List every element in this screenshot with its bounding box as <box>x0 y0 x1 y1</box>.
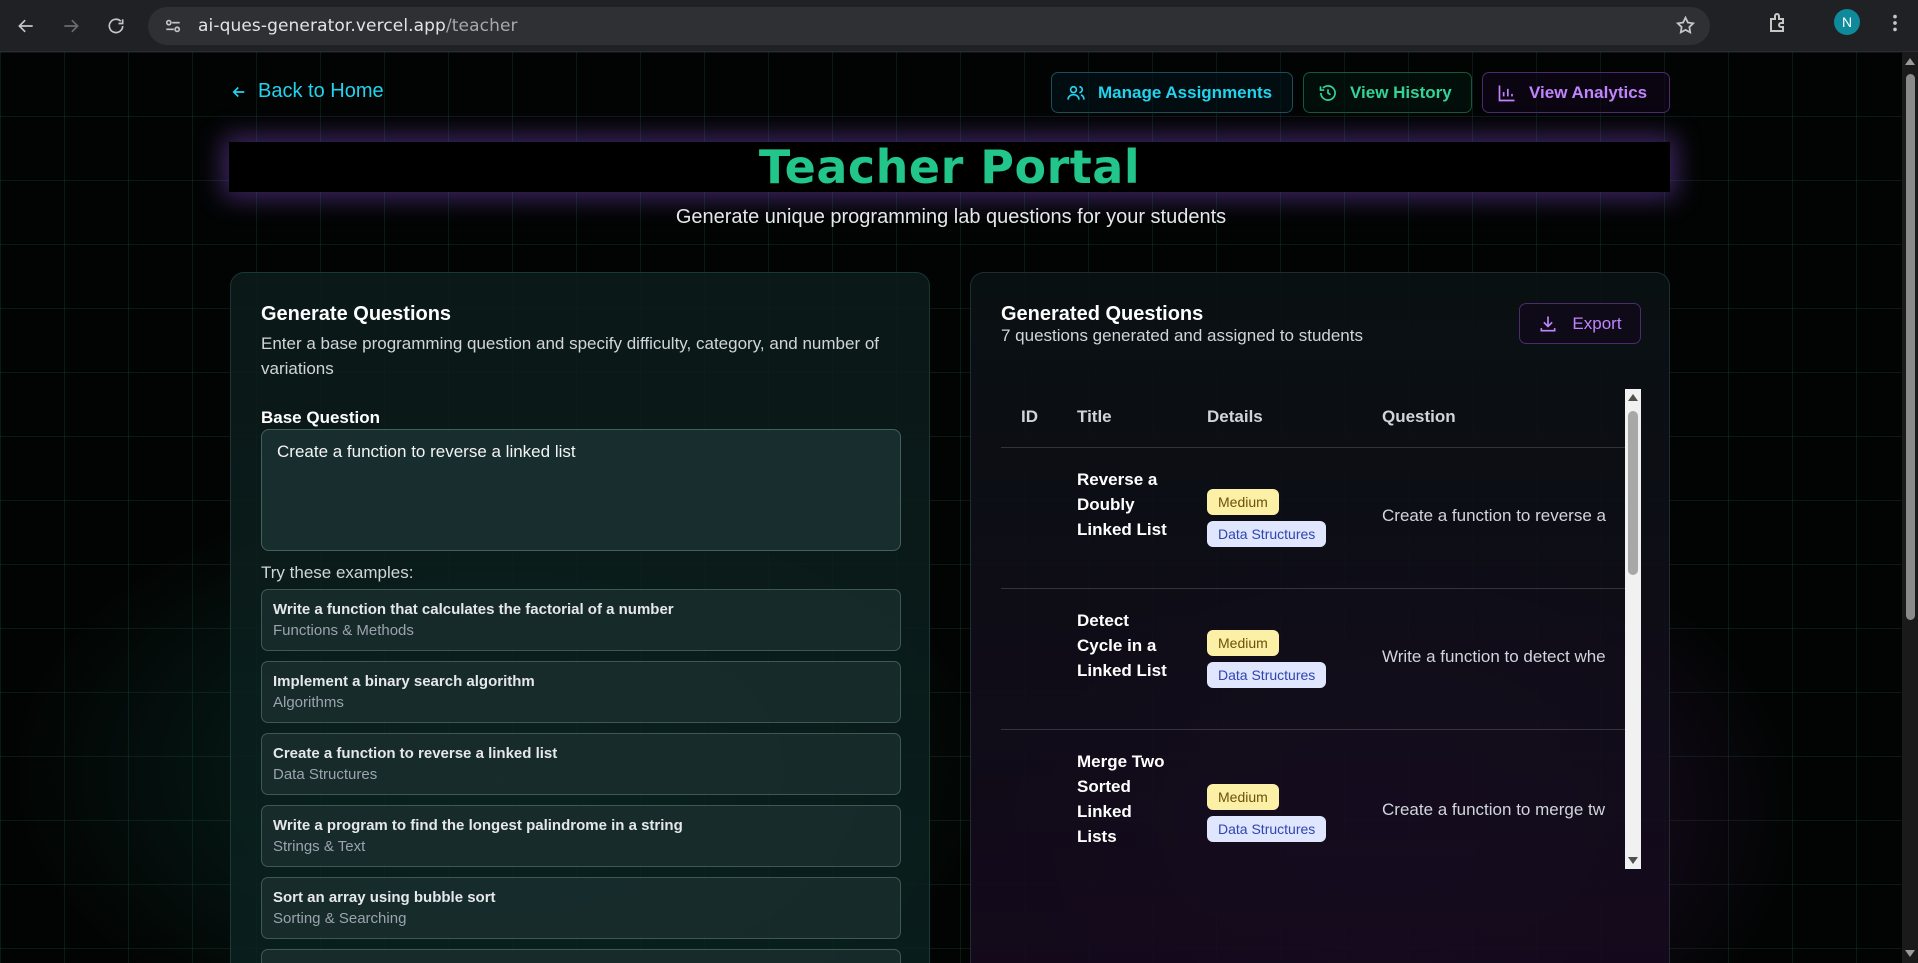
view-history-button[interactable]: View History <box>1303 72 1472 113</box>
category-badge: Data Structures <box>1207 816 1327 842</box>
column-header-question: Question <box>1382 407 1456 426</box>
browser-toolbar: ai-ques-generator.vercel.app/teacher N <box>0 0 1918 52</box>
bookmark-star-icon[interactable] <box>1675 15 1696 41</box>
page-scroll-down-icon[interactable] <box>1905 950 1915 957</box>
difficulty-badge: Medium <box>1207 630 1279 656</box>
scroll-up-arrow-icon[interactable] <box>1628 394 1638 401</box>
history-icon <box>1319 84 1336 101</box>
table-row[interactable]: Detect Cycle in a Linked List Medium Dat… <box>1001 589 1625 730</box>
column-header-title: Title <box>1077 407 1112 426</box>
table-scrollbar-thumb[interactable] <box>1628 411 1638 575</box>
title-banner: Teacher Portal <box>229 140 1670 194</box>
profile-avatar[interactable]: N <box>1834 9 1860 35</box>
example-title: Write a program to find the longest pali… <box>273 817 683 834</box>
site-settings-icon[interactable] <box>162 15 184 37</box>
generated-questions-card: Generated Questions 7 questions generate… <box>970 272 1670 963</box>
example-item[interactable]: Write a function that calculates the fac… <box>261 589 901 651</box>
difficulty-badge: Medium <box>1207 784 1279 810</box>
example-category: Strings & Text <box>273 838 366 855</box>
scroll-down-arrow-icon[interactable] <box>1628 857 1638 864</box>
arrow-left-icon <box>232 86 245 97</box>
example-item[interactable]: Implement a binary search algorithm Algo… <box>261 661 901 723</box>
generated-questions-title: Generated Questions <box>1001 303 1204 325</box>
row-question: Create a function to merge tw <box>1382 800 1606 819</box>
base-question-label: Base Question <box>261 408 381 427</box>
table-row[interactable]: Reverse a Doubly Linked List Medium Data… <box>1001 448 1625 589</box>
page-scrollbar-thumb[interactable] <box>1906 74 1915 620</box>
row-title: Reverse a Doubly Linked List <box>1077 470 1167 539</box>
page-scrollbar[interactable] <box>1902 52 1918 963</box>
page-content: Back to Home Manage Assignments View His… <box>0 52 1902 963</box>
download-icon <box>1540 316 1556 331</box>
back-to-home-link[interactable]: Back to Home <box>230 80 384 103</box>
row-question: Create a function to reverse a <box>1382 506 1606 525</box>
base-question-input[interactable] <box>261 429 901 551</box>
bar-chart-icon <box>1498 85 1515 101</box>
example-item[interactable] <box>261 949 901 963</box>
generated-questions-summary: 7 questions generated and assigned to st… <box>1001 326 1363 345</box>
generate-questions-title: Generate Questions <box>261 303 452 325</box>
view-history-label: View History <box>1350 82 1452 102</box>
example-category: Functions & Methods <box>273 622 414 639</box>
generate-questions-description: Enter a base programming question and sp… <box>261 334 880 378</box>
table-scrollbar[interactable] <box>1625 389 1641 869</box>
examples-label: Try these examples: <box>261 563 414 582</box>
row-title: Detect Cycle in a Linked List <box>1077 611 1167 680</box>
back-arrow-icon[interactable] <box>12 12 40 40</box>
table-row[interactable]: Merge Two Sorted Linked Lists Medium Dat… <box>1001 730 1625 869</box>
page-subtitle: Generate unique programming lab question… <box>675 206 1227 228</box>
example-item[interactable]: Write a program to find the longest pali… <box>261 805 901 867</box>
questions-table: ID Title Details Question Reverse a Doub… <box>1001 389 1641 869</box>
example-title: Implement a binary search algorithm <box>273 673 535 690</box>
page-title: Teacher Portal <box>758 140 1141 194</box>
view-analytics-label: View Analytics <box>1529 82 1648 102</box>
example-item[interactable]: Sort an array using bubble sort Sorting … <box>261 877 901 939</box>
url-text: ai-ques-generator.vercel.app/teacher <box>198 16 518 36</box>
back-to-home-label: Back to Home <box>258 80 384 102</box>
example-category: Algorithms <box>273 694 344 711</box>
forward-arrow-icon[interactable] <box>57 12 85 40</box>
export-button[interactable]: Export <box>1519 303 1641 344</box>
users-icon <box>1067 85 1085 100</box>
difficulty-badge: Medium <box>1207 489 1279 515</box>
row-question: Write a function to detect whe <box>1382 647 1606 666</box>
reload-icon[interactable] <box>102 12 130 40</box>
row-title: Merge Two Sorted Linked Lists <box>1077 752 1165 846</box>
column-header-id: ID <box>1021 407 1038 426</box>
view-analytics-button[interactable]: View Analytics <box>1482 72 1670 113</box>
manage-assignments-button[interactable]: Manage Assignments <box>1051 72 1293 113</box>
column-header-details: Details <box>1207 407 1263 426</box>
extensions-icon[interactable] <box>1766 11 1790 40</box>
export-label: Export <box>1572 313 1622 333</box>
category-badge: Data Structures <box>1207 521 1327 547</box>
example-title: Create a function to reverse a linked li… <box>273 745 558 762</box>
example-title: Write a function that calculates the fac… <box>273 601 674 618</box>
more-menu-icon[interactable] <box>1884 12 1906 39</box>
example-title: Sort an array using bubble sort <box>273 889 496 906</box>
generate-questions-card: Generate Questions Enter a base programm… <box>230 272 930 963</box>
page-scroll-up-icon[interactable] <box>1905 58 1915 65</box>
category-badge: Data Structures <box>1207 662 1327 688</box>
example-category: Sorting & Searching <box>273 910 407 927</box>
example-category: Data Structures <box>273 766 378 783</box>
manage-assignments-label: Manage Assignments <box>1098 82 1273 102</box>
example-item[interactable]: Create a function to reverse a linked li… <box>261 733 901 795</box>
address-bar[interactable]: ai-ques-generator.vercel.app/teacher <box>148 7 1710 45</box>
